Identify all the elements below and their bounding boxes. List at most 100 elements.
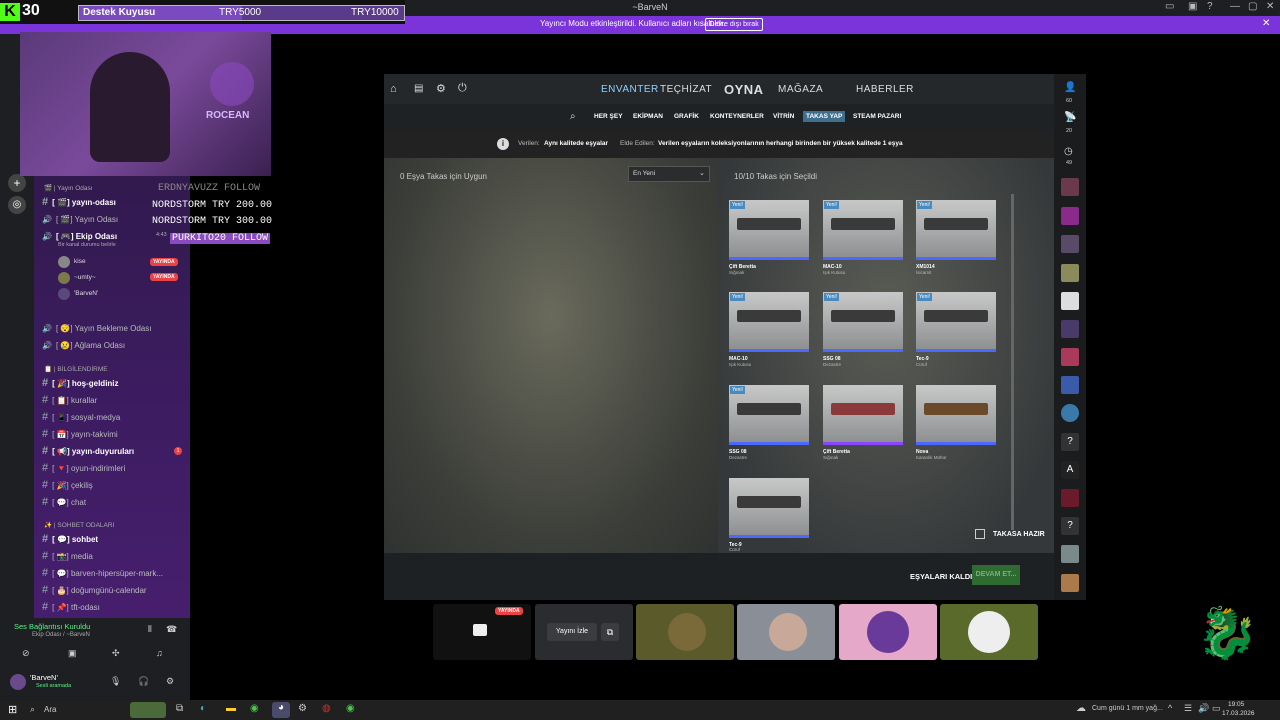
username[interactable]: 'BarveN' xyxy=(30,673,58,682)
popout-icon[interactable]: ⧉ xyxy=(601,623,619,641)
disconnect-icon[interactable]: ☎ xyxy=(166,624,177,635)
avatar[interactable] xyxy=(58,256,70,268)
chrome-icon[interactable]: ◉ xyxy=(346,703,355,714)
friend-avatar[interactable] xyxy=(1061,292,1079,310)
help-icon[interactable]: ? xyxy=(1207,1,1213,12)
clock-time[interactable]: 19:05 xyxy=(1228,701,1244,708)
friend-avatar[interactable] xyxy=(1061,404,1079,422)
maximize-icon[interactable]: ▢ xyxy=(1248,1,1257,12)
participant-tile[interactable] xyxy=(839,604,937,660)
category-bilgilendirme[interactable]: 📋 | BİLGİLENDİRME xyxy=(44,365,108,373)
channel-tft-odasi[interactable]: #[ 📌] tft-odası xyxy=(42,599,188,615)
letter-avatar-icon[interactable]: A xyxy=(1061,461,1079,479)
channel-sohbet[interactable]: #[ 💬] sohbet xyxy=(42,531,188,547)
friend-avatar[interactable] xyxy=(1061,264,1079,282)
item-card[interactable] xyxy=(823,385,903,445)
tab-ekipman[interactable]: EKİPMAN xyxy=(633,113,663,120)
search-icon[interactable]: ⌕ xyxy=(570,111,576,122)
item-card[interactable] xyxy=(916,385,996,445)
item-card[interactable] xyxy=(729,478,809,538)
item-card[interactable]: Yeni! xyxy=(823,200,903,260)
tray-chevron-icon[interactable]: ^ xyxy=(1168,703,1172,713)
stream-tile[interactable]: Yayını İzle ⧉ xyxy=(535,604,633,660)
friend-avatar[interactable] xyxy=(1061,348,1079,366)
soundboard-icon[interactable]: ♫ xyxy=(156,648,163,658)
channel-sosyal-medya[interactable]: #[ 📱] sosyal-medya xyxy=(42,409,188,425)
friend-avatar[interactable] xyxy=(1061,489,1079,507)
ready-checkbox[interactable] xyxy=(975,529,985,539)
network-icon[interactable]: ☰ xyxy=(1184,703,1192,714)
settings-icon[interactable]: ⚙ xyxy=(166,676,174,687)
item-card[interactable]: Yeni! xyxy=(916,200,996,260)
category-yayin[interactable]: 🎬 | Yayın Odası xyxy=(44,184,93,192)
close-icon[interactable]: ✕ xyxy=(1266,1,1274,12)
voice-user[interactable]: 'BarveN' xyxy=(74,290,98,297)
inbox-icon[interactable]: ▭ xyxy=(1165,1,1174,12)
tab-her-sey[interactable]: HER ŞEY xyxy=(594,113,623,120)
headphone-icon[interactable]: 🎧 xyxy=(138,676,149,687)
channel-oyun-indirimleri[interactable]: #[ 🔻] oyun-indirimleri xyxy=(42,460,188,476)
search-icon[interactable]: ⌕ xyxy=(30,704,35,715)
voice-user[interactable]: ~umty~ xyxy=(74,274,96,281)
home-icon[interactable]: ⌂ xyxy=(390,83,397,95)
continue-button[interactable]: DEVAM ET... xyxy=(972,565,1020,585)
friend-avatar[interactable] xyxy=(1061,235,1079,253)
history-icon[interactable]: ◷ xyxy=(1064,146,1073,157)
start-icon[interactable]: ⊞ xyxy=(8,703,17,716)
discord-taskbar-icon[interactable]: ◕ xyxy=(272,702,290,718)
tv-icon[interactable]: ▤ xyxy=(414,83,423,94)
explore-icon[interactable]: ◎ xyxy=(8,196,26,214)
nav-envanter[interactable]: ENVANTER xyxy=(601,84,659,95)
friend-avatar[interactable] xyxy=(1061,574,1079,592)
watch-stream-button[interactable]: Yayını İzle xyxy=(547,623,597,641)
voice-channel[interactable]: Ekip Odası / ~BarveN xyxy=(32,632,90,638)
screen-share-icon[interactable]: ▣ xyxy=(68,648,77,659)
tab-grafik[interactable]: GRAFİK xyxy=(674,113,699,120)
camera-icon[interactable]: ⊘ xyxy=(22,648,30,659)
tab-takas-yap[interactable]: TAKAS YAP xyxy=(803,111,846,122)
channel-chat[interactable]: #[ 💬] chat xyxy=(42,494,188,510)
copilot-icon[interactable]: ◐ xyxy=(200,703,206,714)
item-card[interactable]: Yeni! xyxy=(729,292,809,352)
participant-tile[interactable] xyxy=(636,604,734,660)
microphone-icon[interactable]: 🎙 xyxy=(110,676,121,687)
channel-yayin-duyurulari[interactable]: #[ 📢] yayın-duyuruları xyxy=(42,443,188,459)
channel-cekilis[interactable]: #[ 🎉] çekiliş xyxy=(42,477,188,493)
battery-icon[interactable]: ▭ xyxy=(1212,703,1221,714)
taskbar-search[interactable]: Ara xyxy=(44,705,56,714)
broadcast-icon[interactable]: 📡 xyxy=(1064,112,1076,123)
power-icon[interactable]: ⏻ xyxy=(458,82,467,95)
add-server-icon[interactable]: + xyxy=(8,174,26,192)
avatar[interactable] xyxy=(10,674,26,690)
nav-magaza[interactable]: MAĞAZA xyxy=(778,84,823,95)
task-view-icon[interactable]: ⧉ xyxy=(176,703,183,714)
window-icon[interactable]: ▣ xyxy=(1188,1,1197,12)
activities-icon[interactable]: ✣ xyxy=(112,648,120,659)
profile-icon[interactable]: 👤 xyxy=(1064,82,1076,93)
tab-steam-pazari[interactable]: STEAM PAZARI xyxy=(853,113,901,120)
stream-tile[interactable]: YAYINDA xyxy=(433,604,531,660)
nav-oyna[interactable]: OYNA xyxy=(724,82,764,97)
avatar[interactable] xyxy=(58,272,70,284)
channel-yayin-bekleme[interactable]: 🔊[ 😴] Yayın Bekleme Odası xyxy=(42,320,188,336)
weather-widget-icon[interactable] xyxy=(130,702,166,718)
friend-avatar[interactable] xyxy=(1061,376,1079,394)
item-card[interactable]: Yeni! xyxy=(823,292,903,352)
channel-barven-market[interactable]: #[ 💬] barven-hipersüper-mark... xyxy=(42,565,188,581)
voice-status[interactable]: Ses Bağlantısı Kuruldu xyxy=(14,622,90,631)
unknown-avatar-icon[interactable]: ? xyxy=(1061,433,1079,451)
sort-dropdown[interactable]: En Yeni ⌄ xyxy=(628,166,710,182)
steam-icon[interactable]: ⚙ xyxy=(298,703,307,714)
channel-dogumgunu[interactable]: #[ 🎂] doğumgünü-calendar xyxy=(42,582,188,598)
participant-tile[interactable] xyxy=(737,604,835,660)
voice-user[interactable]: kise xyxy=(74,258,86,265)
noise-icon[interactable]: ⫴ xyxy=(148,624,152,635)
weather-text[interactable]: Cum günü 1 mm yağ... xyxy=(1092,705,1163,712)
channel-aglama-odasi[interactable]: 🔊[ 😢] Ağlama Odası xyxy=(42,337,188,353)
friend-avatar[interactable] xyxy=(1061,178,1079,196)
item-card[interactable]: Yeni! xyxy=(916,292,996,352)
minimize-icon[interactable]: — xyxy=(1230,1,1240,12)
channel-hos-geldiniz[interactable]: #[ 🎉] hoş-geldiniz xyxy=(42,375,188,391)
nav-haberler[interactable]: HABERLER xyxy=(856,84,914,95)
close-banner-icon[interactable]: ✕ xyxy=(1262,18,1270,29)
